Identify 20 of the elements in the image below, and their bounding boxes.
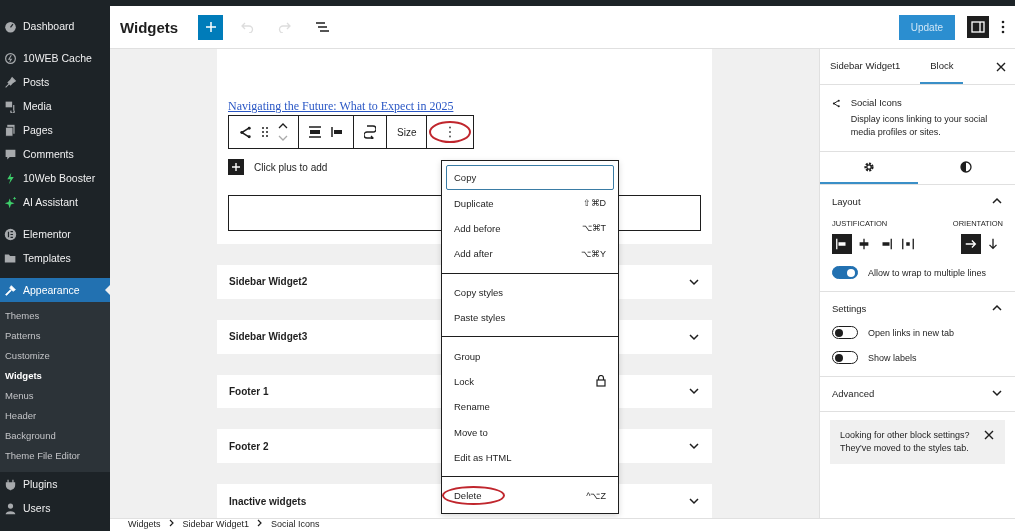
shortcut-label: ^⌥Z (586, 491, 606, 501)
shortcut-label: ⇧⌘D (582, 198, 606, 209)
section-title: Layout (832, 195, 861, 207)
section-title: Settings (832, 302, 867, 314)
page-title: Widgets (120, 18, 179, 36)
widget-area-title: Sidebar Widget3 (229, 331, 308, 343)
block-name: Social Icons (850, 97, 903, 108)
appender-hint: Click plus to add (254, 161, 328, 173)
widget-area-title: Inactive widgets (229, 495, 307, 507)
shortcut-label: ⌥⌘T (581, 223, 606, 234)
widget-area-title: Footer 1 (229, 386, 269, 397)
widget-area-title: Footer 2 (229, 440, 269, 452)
notice-text: Looking for other block settings? They've moved to the styles tab. (840, 429, 971, 455)
block-description: Display icons linking to your social media profiles or sites. (850, 113, 989, 139)
toggle-label: Show labels (868, 352, 917, 363)
toggle-label: Allow to wrap to multiple lines (868, 267, 987, 278)
section-title: Advanced (832, 387, 875, 399)
shortcut-label: ⌥⌘Y (581, 248, 606, 259)
toggle-label: Open links in new tab (868, 327, 955, 338)
widget-area-title: Sidebar Widget2 (229, 276, 308, 288)
